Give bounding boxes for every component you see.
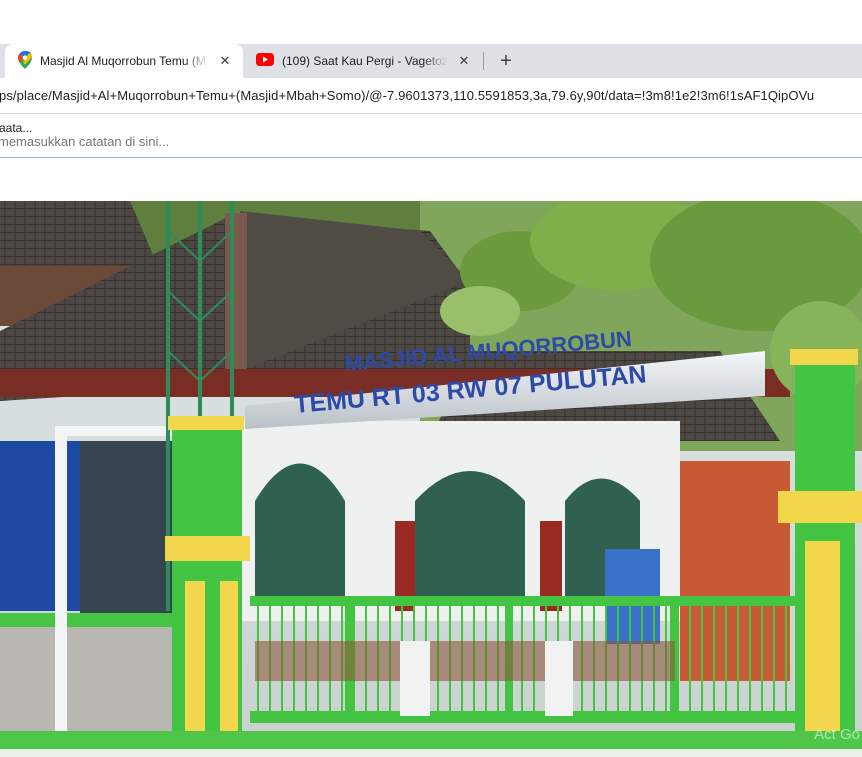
tab-strip: Masjid Al Muqorrobun Temu (Masjid Mbah S… — [0, 44, 862, 78]
close-tab-icon[interactable]: ✕ — [454, 51, 474, 71]
notes-input-wrapper — [0, 136, 862, 158]
tab-title: Masjid Al Muqorrobun Temu (Masjid Mbah S… — [40, 54, 209, 68]
close-tab-icon[interactable]: ✕ — [215, 51, 235, 71]
google-maps-icon — [18, 50, 32, 72]
tab-title: (109) Saat Kau Pergi - Vagetoz Ft. Kaisa… — [282, 54, 448, 68]
new-tab-button[interactable]: + — [494, 49, 518, 73]
tab-youtube[interactable]: (109) Saat Kau Pergi - Vagetoz Ft. Kaisa… — [246, 44, 482, 78]
tab-separator — [483, 52, 484, 70]
activate-watermark: Act Go — [814, 726, 860, 743]
url-text[interactable]: ps/place/Masjid+Al+Muqorrobun+Temu+(Masj… — [0, 88, 862, 103]
window-top — [0, 0, 862, 44]
notes-input[interactable] — [0, 136, 600, 150]
youtube-icon — [256, 53, 274, 69]
tab-google-maps[interactable]: Masjid Al Muqorrobun Temu (Masjid Mbah S… — [5, 44, 243, 78]
bookmark-item[interactable]: aata... — [0, 121, 32, 135]
mosque-photo: MASJID AL MUQORROBUN TEMU RT 03 RW 07 PU… — [0, 201, 862, 757]
